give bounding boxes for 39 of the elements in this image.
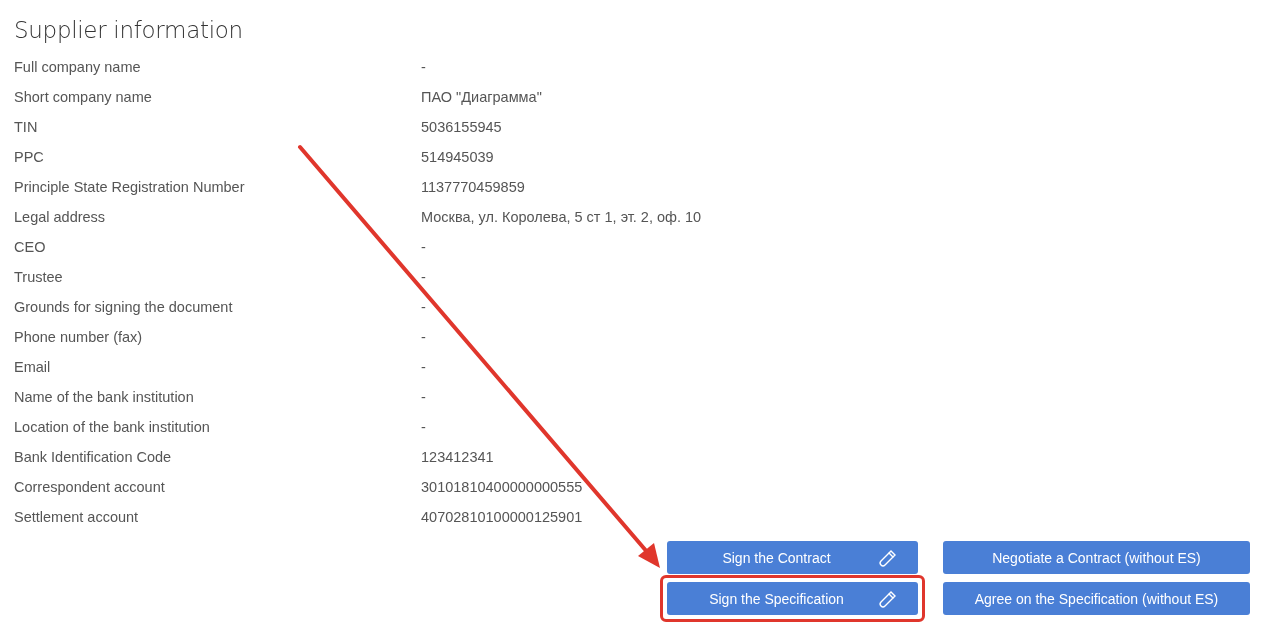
usb-token-icon: [878, 589, 898, 609]
field-value: ПАО "Диаграмма": [421, 89, 543, 105]
field-label: Email: [14, 359, 52, 375]
field-label: Legal address: [14, 209, 107, 225]
field-label: Principle State Registration Number: [14, 179, 246, 195]
field-label: Settlement account: [14, 509, 140, 525]
action-button[interactable]: Agree on the Specification (without ES): [943, 582, 1250, 615]
field-label: Trustee: [14, 269, 64, 285]
sign-button[interactable]: Sign the Contract: [667, 541, 918, 574]
field-label: CEO: [14, 239, 47, 255]
field-value: 5036155945: [421, 119, 503, 135]
field-value: 30101810400000000555: [421, 479, 584, 495]
section-title: Supplier information: [14, 16, 244, 45]
field-label: Correspondent account: [14, 479, 166, 495]
field-value: -: [421, 59, 427, 75]
sign-button[interactable]: Sign the Specification: [667, 582, 918, 615]
field-label: Bank Identification Code: [14, 449, 173, 465]
field-label: Location of the bank institution: [14, 419, 211, 435]
action-button[interactable]: Negotiate a Contract (without ES): [943, 541, 1250, 574]
field-label: TIN: [14, 119, 39, 135]
field-value: 514945039: [421, 149, 495, 165]
field-value: -: [421, 419, 427, 435]
field-value: -: [421, 359, 427, 375]
field-label: Full company name: [14, 59, 142, 75]
usb-token-icon: [878, 548, 898, 568]
field-value: -: [421, 269, 427, 285]
field-label: Short company name: [14, 89, 153, 105]
field-value: 1137770459859: [421, 179, 526, 195]
field-value: 123412341: [421, 449, 495, 465]
field-label: Phone number (fax): [14, 329, 144, 345]
field-label: Name of the bank institution: [14, 389, 195, 405]
field-value: 40702810100000125901: [421, 509, 584, 525]
field-value: Москва, ул. Королева, 5 ст 1, эт. 2, оф. 10: [421, 209, 703, 225]
field-value: -: [421, 389, 427, 405]
field-label: Grounds for signing the document: [14, 299, 234, 315]
field-value: -: [421, 239, 427, 255]
field-value: -: [421, 329, 427, 345]
field-value: -: [421, 299, 427, 315]
field-label: PPC: [14, 149, 45, 165]
